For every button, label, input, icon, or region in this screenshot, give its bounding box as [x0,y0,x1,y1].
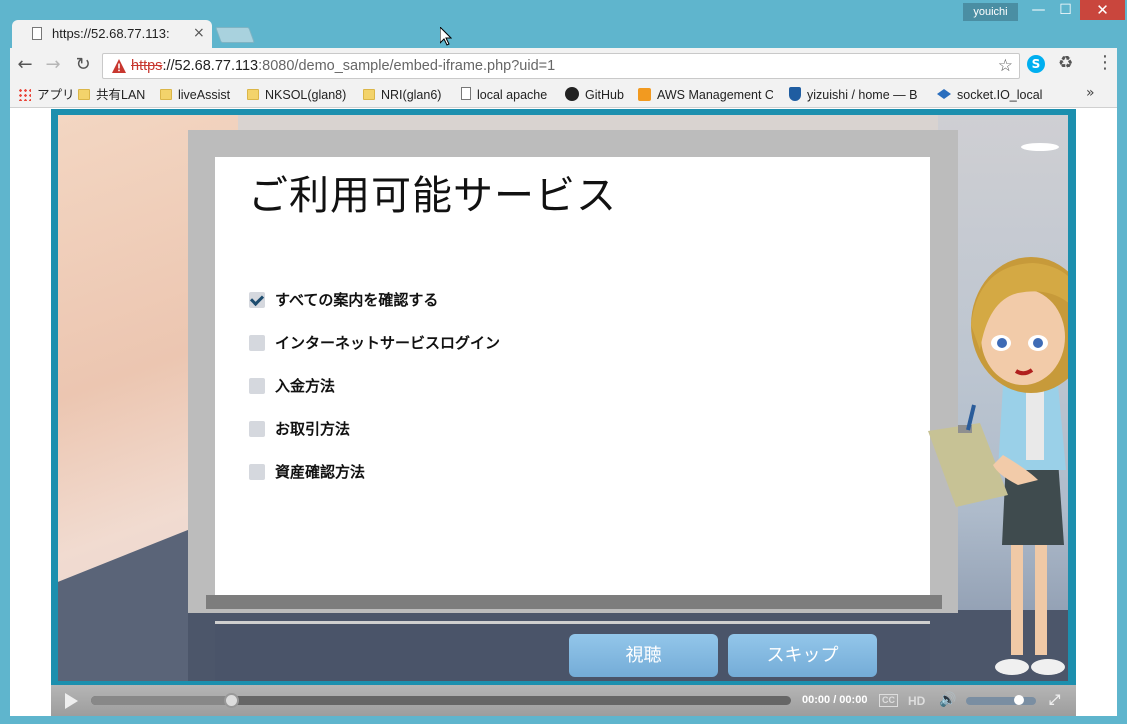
github-icon [565,87,579,101]
skip-button[interactable]: スキップ [728,634,877,677]
time-display: 00:00 / 00:00 [802,694,868,706]
recycle-extension-icon[interactable]: ♻ [1058,53,1073,73]
url-text[interactable]: https://52.68.77.113:8080/demo_sample/em… [131,58,555,74]
mouse-cursor-icon [440,27,452,46]
bookmark-local-apache[interactable]: local apache [461,86,547,104]
aws-icon [638,88,651,101]
progress-thumb[interactable] [224,693,239,708]
folder-icon [78,89,90,100]
menu-icon[interactable]: ⋮ [1096,52,1114,73]
more-bookmarks-icon[interactable]: » [1086,85,1095,101]
bookmark-label: GitHub [585,88,624,102]
bookmark-liveassist[interactable]: liveAssist [160,86,230,104]
player-controls: 00:00 / 00:00 CC HD 🔊 ⤢ [51,685,1076,716]
watch-button[interactable]: 視聴 [569,634,718,677]
minimize-button[interactable]: — [1025,0,1052,20]
checkbox[interactable] [249,335,265,351]
option-label: すべての案内を確認する [275,291,439,309]
url-scheme: https [131,58,163,74]
url-path: :8080/demo_sample/embed-iframe.php?uid=1 [258,58,556,74]
bookmark-label: yizuishi / home — B [807,88,918,102]
ceiling-light [1021,143,1059,151]
bookmark-label: liveAssist [178,88,231,102]
tab-close-icon[interactable]: × [193,25,205,41]
folder-icon [247,89,259,100]
fullscreen-icon[interactable]: ⤢ [1049,691,1060,708]
checkbox[interactable] [249,378,265,394]
bookmark-socketio[interactable]: socket.IO_local [937,86,1042,104]
bookmark-label: アプリ [37,88,75,102]
bookmark-bitbucket[interactable]: yizuishi / home — B [789,86,924,104]
forward-button[interactable]: → [42,54,64,76]
reload-button[interactable]: ↻ [72,54,94,76]
option-label: 入金方法 [275,377,336,395]
folder-icon [160,89,172,100]
browser-toolbar: ← → ↻ https://52.68.77.113:8080/demo_sam… [10,48,1117,83]
socketio-icon [937,89,951,99]
hd-button[interactable]: HD [908,694,925,708]
option-label: インターネットサービスログイン [275,334,501,352]
skype-extension-icon[interactable]: S [1027,55,1045,73]
video-scene: ご利用可能サービス すべての案内を確認する インターネットサービスログイン 入金… [58,115,1068,681]
user-badge[interactable]: youichi [963,3,1018,21]
captions-button[interactable]: CC [879,694,898,707]
bookmark-label: socket.IO_local [957,88,1043,102]
progress-track[interactable] [91,693,791,708]
bookmark-label: NRI(glan6) [381,88,442,102]
bookmark-label: local apache [477,88,548,102]
bookmark-label: 共有LAN [96,88,146,102]
video-player: ご利用可能サービス すべての案内を確認する インターネットサービスログイン 入金… [51,109,1076,716]
board-shelf [206,595,942,609]
bookmark-label: NKSOL(glan8) [265,88,347,102]
tab-title: https://52.68.77.113: [52,26,170,41]
page-icon [32,27,42,40]
bitbucket-icon [789,87,801,101]
bookmarks-bar: アプリ 共有LAN liveAssist NKSOL(glan8) NRI(gl… [10,83,1117,108]
address-bar[interactable]: https://52.68.77.113:8080/demo_sample/em… [102,53,1020,79]
bookmark-nksol[interactable]: NKSOL(glan8) [247,86,346,104]
browser-tab[interactable]: https://52.68.77.113: × [12,20,212,48]
folder-icon [363,89,375,100]
board-title: ご利用可能サービス [248,173,617,219]
maximize-button[interactable]: ☐ [1052,0,1079,20]
volume-thumb[interactable] [1013,695,1024,705]
volume-slider[interactable] [966,695,1036,705]
browser-window: youichi — ☐ ✕ https://52.68.77.113: × ← … [0,0,1127,724]
bookmark-aws[interactable]: AWS Management C [638,86,773,104]
bookmark-nri[interactable]: NRI(glan6) [363,86,441,104]
checkbox[interactable] [249,464,265,480]
progress-fill [91,696,231,705]
url-host: ://52.68.77.113 [162,58,259,74]
option-label: 資産確認方法 [275,463,366,481]
bookmark-apps[interactable]: アプリ [18,86,75,104]
back-button[interactable]: ← [14,54,36,76]
checkbox[interactable] [249,421,265,437]
bookmark-shared-lan[interactable]: 共有LAN [78,86,145,104]
close-window-button[interactable]: ✕ [1080,0,1125,20]
new-tab-button[interactable] [215,27,255,43]
warning-icon [112,59,126,73]
page-icon [461,87,471,100]
apps-icon [18,88,31,101]
bookmark-label: AWS Management C [657,88,773,102]
presenter-character [928,257,1068,675]
volume-icon[interactable]: 🔊 [939,691,956,708]
play-icon[interactable] [65,693,78,709]
bookmark-star-icon[interactable]: ☆ [998,56,1013,76]
bookmark-github[interactable]: GitHub [565,86,624,104]
checkbox-checked[interactable] [249,292,265,308]
option-label: お取引方法 [275,420,351,438]
